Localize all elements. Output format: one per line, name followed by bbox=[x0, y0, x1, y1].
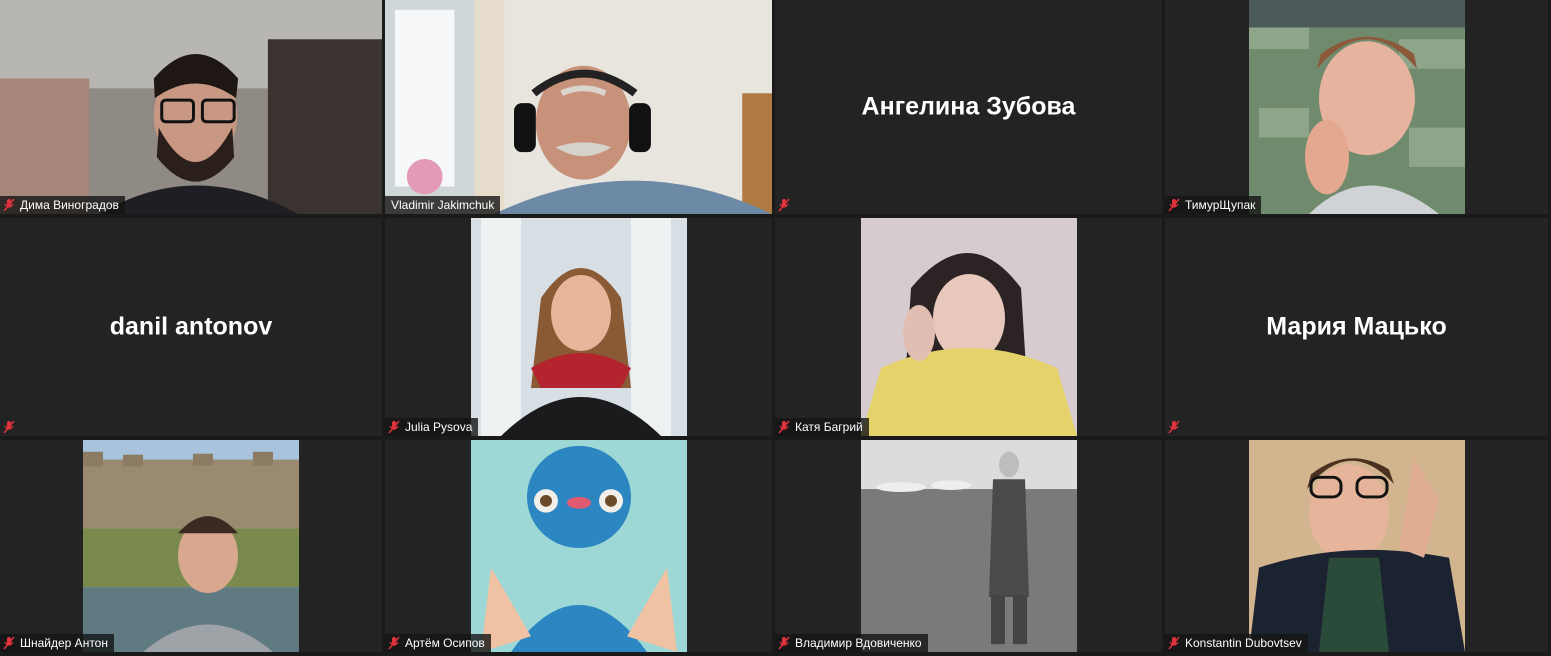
participant-name-label: ТимурЩупак bbox=[1165, 196, 1262, 214]
participant-tile[interactable]: Ангелина Зубова bbox=[775, 0, 1162, 214]
participant-name: Катя Багрий bbox=[795, 420, 863, 434]
mic-muted-icon bbox=[777, 636, 791, 650]
mic-muted-icon bbox=[1167, 198, 1181, 212]
participant-name-label bbox=[775, 196, 801, 214]
participant-name-label: Дима Виноградов bbox=[0, 196, 125, 214]
participant-name: ТимурЩупак bbox=[1185, 198, 1256, 212]
participant-name: Артём Осипов bbox=[405, 636, 485, 650]
participant-name: Шнайдер Антон bbox=[20, 636, 108, 650]
mic-muted-icon bbox=[777, 198, 791, 212]
participant-display-name: Мария Мацько bbox=[1266, 312, 1447, 341]
participant-tile[interactable]: Мария Мацько bbox=[1165, 218, 1548, 436]
participant-name-label: Катя Багрий bbox=[775, 418, 869, 436]
participant-video bbox=[0, 0, 382, 214]
participant-tile[interactable]: Дима Виноградов bbox=[0, 0, 382, 214]
participant-name-label: Julia Pysova bbox=[385, 418, 479, 436]
participant-name: Julia Pysova bbox=[405, 420, 473, 434]
participant-name-label bbox=[1165, 418, 1191, 436]
participant-video bbox=[860, 440, 1077, 652]
participant-video bbox=[1248, 440, 1465, 652]
participant-video bbox=[470, 218, 687, 436]
participant-name-label: Vladimir Jakimchuk bbox=[385, 196, 501, 214]
mic-muted-icon bbox=[777, 420, 791, 434]
participant-display-name: Ангелина Зубова bbox=[861, 92, 1076, 121]
participant-name-label bbox=[0, 418, 26, 436]
mic-muted-icon bbox=[2, 420, 16, 434]
mic-muted-icon bbox=[1167, 420, 1181, 434]
participant-name: Владимир Вдовиченко bbox=[795, 636, 922, 650]
participant-video bbox=[470, 440, 687, 652]
gallery-view: Дима Виноградов Vladimir Jakimchuk Ангел… bbox=[0, 0, 1551, 656]
participant-name-label: Артём Осипов bbox=[385, 634, 491, 652]
participant-video bbox=[83, 440, 299, 652]
participant-display-name: danil antonov bbox=[109, 312, 273, 341]
participant-tile[interactable]: ТимурЩупак bbox=[1165, 0, 1548, 214]
participant-tile-active-speaker[interactable]: Vladimir Jakimchuk bbox=[385, 0, 772, 214]
participant-name-label: Шнайдер Антон bbox=[0, 634, 114, 652]
participant-video bbox=[860, 218, 1077, 436]
participant-name-label: Владимир Вдовиченко bbox=[775, 634, 928, 652]
mic-muted-icon bbox=[1167, 636, 1181, 650]
participant-name: Konstantin Dubovtsev bbox=[1185, 636, 1302, 650]
participant-tile[interactable]: Артём Осипов bbox=[385, 440, 772, 652]
mic-muted-icon bbox=[387, 420, 401, 434]
mic-muted-icon bbox=[2, 636, 16, 650]
mic-muted-icon bbox=[387, 636, 401, 650]
mic-muted-icon bbox=[2, 198, 16, 212]
participant-tile[interactable]: Катя Багрий bbox=[775, 218, 1162, 436]
participant-tile[interactable]: danil antonov bbox=[0, 218, 382, 436]
participant-tile[interactable]: Konstantin Dubovtsev bbox=[1165, 440, 1548, 652]
participant-name-label: Konstantin Dubovtsev bbox=[1165, 634, 1308, 652]
participant-tile[interactable]: Julia Pysova bbox=[385, 218, 772, 436]
participant-name: Vladimir Jakimchuk bbox=[391, 198, 495, 212]
participant-video bbox=[385, 0, 772, 214]
participant-tile[interactable]: Шнайдер Антон bbox=[0, 440, 382, 652]
participant-tile[interactable]: Владимир Вдовиченко bbox=[775, 440, 1162, 652]
participant-name: Дима Виноградов bbox=[20, 198, 119, 212]
participant-video bbox=[1248, 0, 1465, 214]
